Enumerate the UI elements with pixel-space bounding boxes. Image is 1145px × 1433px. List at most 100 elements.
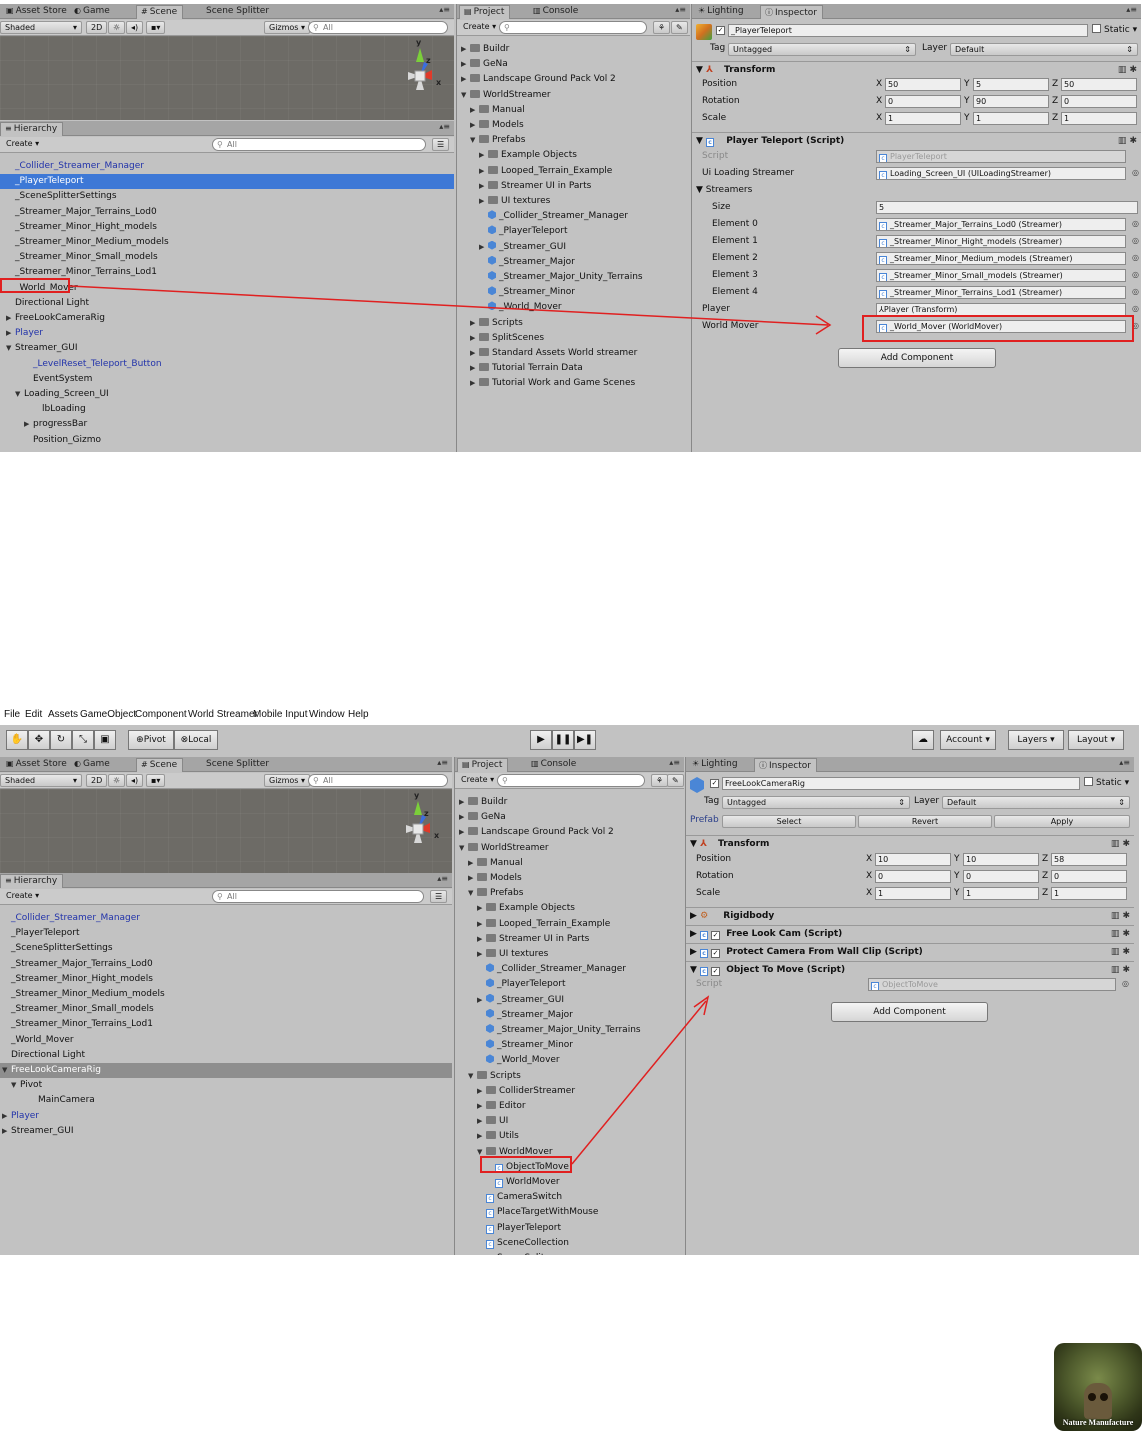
shading-dropdown[interactable]: Shaded ▾: [0, 21, 82, 34]
position-z-field[interactable]: 50: [1061, 78, 1137, 91]
pivot-toggle[interactable]: ⊕Pivot: [128, 730, 174, 750]
foldout-icon[interactable]: ▶: [477, 932, 486, 947]
project-item[interactable]: ▼ Prefabs: [457, 133, 690, 148]
hierarchy-item[interactable]: _Streamer_Minor_Hight_models: [0, 972, 452, 987]
scale-y-field[interactable]: 1: [963, 887, 1039, 900]
project-item[interactable]: c SceneCollection: [455, 1236, 684, 1251]
menu-item[interactable]: GameObject: [80, 709, 136, 720]
tab-hierarchy[interactable]: ≡ Hierarchy: [0, 122, 64, 136]
filter-label-icon[interactable]: ✎: [671, 21, 688, 34]
foldout-icon[interactable]: ▼: [468, 1069, 477, 1084]
filter-icon[interactable]: ☰: [432, 138, 450, 151]
project-item[interactable]: ▶ UI: [455, 1114, 684, 1129]
panel-menu-icon[interactable]: ▴≡: [437, 874, 448, 883]
local-toggle[interactable]: ⊗Local: [174, 730, 218, 750]
project-item[interactable]: ▶ Example Objects: [455, 901, 684, 916]
menu-item[interactable]: Component: [135, 709, 187, 720]
hierarchy-item[interactable]: _PlayerTeleport: [0, 174, 454, 190]
foldout-icon[interactable]: ▶: [477, 917, 486, 932]
foldout-icon[interactable]: ▶: [6, 311, 15, 326]
menu-item[interactable]: World Streamer: [188, 709, 258, 720]
shading-dropdown[interactable]: Shaded ▾: [0, 774, 82, 787]
rotation-z-field[interactable]: 0: [1061, 95, 1137, 108]
enabled-checkbox[interactable]: ✓: [711, 949, 721, 958]
static-label[interactable]: Static ▾: [1084, 776, 1129, 791]
project-item[interactable]: _Collider_Streamer_Manager: [455, 962, 684, 977]
audio-toggle[interactable]: ◂): [126, 774, 144, 787]
foldout-icon[interactable]: ▶: [479, 148, 488, 163]
step-button[interactable]: ▶❚: [574, 730, 596, 750]
scene-orientation-gizmo[interactable]: y z x: [398, 38, 444, 112]
scale-z-field[interactable]: 1: [1061, 112, 1137, 125]
foldout-icon[interactable]: ▶: [470, 316, 479, 331]
menu-item[interactable]: Mobile Input: [253, 709, 307, 720]
foldout-icon[interactable]: ▶: [2, 1124, 11, 1139]
effects-dropdown[interactable]: ▪▾: [146, 774, 166, 787]
tab-scene-splitter[interactable]: Scene Splitter: [202, 758, 274, 772]
project-item[interactable]: _World_Mover: [457, 300, 690, 315]
tab-project[interactable]: ▤ Project: [459, 5, 511, 19]
foldout-icon[interactable]: ▶: [468, 871, 477, 886]
light-toggle[interactable]: ☼: [108, 774, 126, 787]
project-item[interactable]: ▼ Prefabs: [455, 886, 684, 901]
ui-loading-streamer-field[interactable]: c Loading_Screen_UI (UILoadingStreamer): [876, 167, 1126, 180]
hierarchy-item[interactable]: ▼ Pivot: [0, 1078, 452, 1093]
project-item[interactable]: ▼ Scripts: [455, 1069, 684, 1084]
foldout-icon[interactable]: ▶: [477, 1099, 486, 1114]
object-name-field[interactable]: FreeLookCameraRig: [722, 777, 1080, 790]
object-to-move-header[interactable]: ▼ c ✓ Object To Move (Script) ▥ ✱: [686, 961, 1134, 977]
player-teleport-header[interactable]: ▼ c Player Teleport (Script) ▥ ✱: [692, 132, 1141, 148]
add-component-button[interactable]: Add Component: [831, 1002, 988, 1022]
foldout-icon[interactable]: ▶: [461, 42, 470, 57]
rotation-z-field[interactable]: 0: [1051, 870, 1127, 883]
foldout-icon[interactable]: ▶: [470, 118, 479, 133]
project-item[interactable]: ▶ Streamer UI in Parts: [455, 932, 684, 947]
panel-menu-icon[interactable]: ▴≡: [675, 5, 686, 14]
project-item[interactable]: ▶ Editor: [455, 1099, 684, 1114]
scene-viewport[interactable]: y z x: [0, 789, 452, 873]
panel-menu-icon[interactable]: ▴≡: [1119, 758, 1130, 767]
project-item[interactable]: ▶ Example Objects: [457, 148, 690, 163]
gizmos-dropdown[interactable]: Gizmos ▾: [264, 774, 311, 787]
hierarchy-item[interactable]: _Streamer_Minor_Small_models: [0, 250, 454, 265]
prefab-revert-button[interactable]: Revert: [858, 815, 992, 828]
panel-menu-icon[interactable]: ▴≡: [1126, 5, 1137, 14]
element-field[interactable]: c _Streamer_Minor_Hight_models (Streamer): [876, 235, 1126, 248]
create-dropdown[interactable]: Create ▾: [457, 774, 498, 787]
project-item[interactable]: ▶ _Streamer_GUI: [455, 993, 684, 1008]
foldout-icon[interactable]: ▶: [470, 346, 479, 361]
tab-console[interactable]: ▥ Console: [527, 758, 581, 772]
foldout-icon[interactable]: ▼: [459, 841, 468, 856]
object-picker-icon[interactable]: ◎: [1132, 270, 1139, 279]
account-dropdown[interactable]: Account ▾: [940, 730, 996, 750]
project-item[interactable]: ▶ _Streamer_GUI: [457, 240, 690, 255]
project-item[interactable]: c WorldMover: [455, 1175, 684, 1190]
hierarchy-item[interactable]: _PlayerTeleport: [0, 926, 452, 941]
light-toggle[interactable]: ☼: [108, 21, 126, 34]
hierarchy-item[interactable]: _Streamer_Major_Terrains_Lod0: [0, 205, 454, 220]
create-dropdown[interactable]: Create ▾: [459, 21, 500, 34]
tab-scene[interactable]: # Scene: [136, 758, 184, 772]
panel-menu-icon[interactable]: ▴≡: [437, 758, 448, 767]
foldout-icon[interactable]: ▼: [468, 886, 477, 901]
hierarchy-item[interactable]: _Streamer_Major_Terrains_Lod0: [0, 957, 452, 972]
project-item[interactable]: _Streamer_Major_Unity_Terrains: [455, 1023, 684, 1038]
element-field[interactable]: c _Streamer_Minor_Small_models (Streamer): [876, 269, 1126, 282]
tab-hierarchy[interactable]: ≡ Hierarchy: [0, 874, 64, 888]
project-item[interactable]: ▼ WorldStreamer: [457, 88, 690, 103]
active-checkbox[interactable]: ✓: [716, 26, 725, 35]
foldout-icon[interactable]: ▶: [470, 361, 479, 376]
hierarchy-item[interactable]: ▼ Streamer_GUI: [0, 341, 454, 356]
hierarchy-search-input[interactable]: ⚲ All: [212, 890, 424, 903]
play-button[interactable]: ▶: [530, 730, 552, 750]
transform-header[interactable]: ▼ ⅄ Transform ▥ ✱: [686, 835, 1134, 851]
hierarchy-item[interactable]: _Streamer_Minor_Hight_models: [0, 220, 454, 235]
tab-game[interactable]: ◐ Game: [70, 5, 115, 19]
transform-header[interactable]: ▼ ⅄ Transform ▥ ✱: [692, 61, 1141, 77]
rotation-y-field[interactable]: 90: [973, 95, 1049, 108]
enabled-checkbox[interactable]: ✓: [711, 931, 721, 940]
foldout-icon[interactable]: ▶: [459, 810, 468, 825]
foldout-icon[interactable]: ▼: [2, 1063, 11, 1078]
hierarchy-item[interactable]: MainCamera: [0, 1093, 452, 1108]
rigidbody-header[interactable]: ▶ ⚙ Rigidbody ▥ ✱: [686, 907, 1134, 923]
